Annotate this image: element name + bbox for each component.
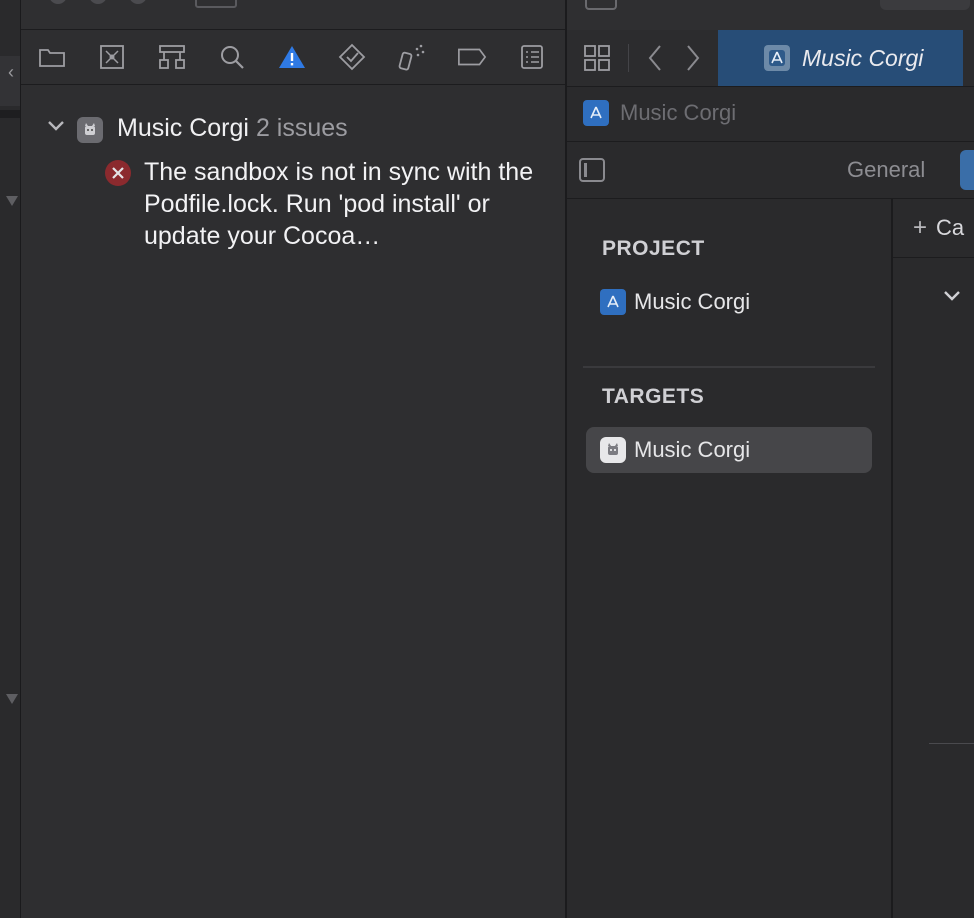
forward-arrow-icon[interactable] (685, 44, 701, 77)
tab-bar: Music Corgi (567, 30, 974, 87)
issue-navigator-panel: Music Corgi 2 issues The sandbox is not … (21, 0, 567, 918)
test-icon[interactable] (337, 42, 367, 72)
grid-icon[interactable] (583, 44, 611, 77)
section-divider (583, 366, 875, 368)
settings-tab-bar: General (567, 142, 974, 199)
debug-icon[interactable] (397, 42, 427, 72)
target-item-label: Music Corgi (634, 437, 751, 462)
sidebar-toggle-icon[interactable] (579, 158, 605, 182)
app-icon (77, 117, 103, 143)
navigator-selector-bar (21, 30, 565, 85)
tab-general[interactable]: General (847, 157, 925, 183)
previous-window-edge: ‹ (0, 0, 21, 918)
target-settings-content: + Ca (893, 199, 974, 918)
issue-count: 2 issues (255, 114, 348, 142)
warning-icon[interactable] (277, 42, 307, 72)
add-capability-button[interactable]: Ca (936, 215, 964, 241)
jump-bar-item[interactable]: Music Corgi (620, 100, 736, 126)
toolbar-control[interactable] (880, 0, 970, 10)
project-name: Music Corgi (117, 114, 249, 142)
breakpoint-icon[interactable] (457, 42, 487, 72)
back-arrow-icon[interactable] (647, 44, 663, 77)
targets-section-header: TARGETS (602, 385, 705, 408)
report-icon[interactable] (517, 42, 547, 72)
app-icon (600, 437, 626, 463)
previous-window-divider (0, 110, 20, 118)
hierarchy-icon[interactable] (157, 42, 187, 72)
sidebar-toggle-icon[interactable] (195, 0, 237, 8)
scheme-icon[interactable] (585, 0, 617, 10)
tab-label: Music Corgi (802, 44, 924, 71)
editor-titlebar (567, 0, 974, 30)
project-file-icon (583, 100, 609, 126)
target-item[interactable]: Music Corgi (586, 427, 872, 473)
project-file-icon (600, 289, 626, 315)
project-targets-sidebar: PROJECT Music Corgi TARGETS Music Corgi (567, 199, 893, 918)
tab-signing-capabilities[interactable] (960, 150, 974, 190)
jump-bar: Music Corgi (567, 87, 974, 142)
chevron-down-icon[interactable] (47, 119, 65, 137)
navigator-titlebar (21, 0, 565, 30)
issue-group-row[interactable]: Music Corgi 2 issues (117, 114, 348, 143)
project-file-icon (764, 45, 790, 71)
window-close-button[interactable] (49, 0, 67, 4)
search-icon[interactable] (217, 42, 247, 72)
disclosure-triangle-icon[interactable] (6, 694, 18, 704)
chevron-down-icon[interactable] (943, 289, 961, 307)
issue-message[interactable]: The sandbox is not in sync with the Podf… (144, 156, 544, 252)
folder-icon[interactable] (37, 42, 67, 72)
window-zoom-button[interactable] (129, 0, 147, 4)
section-divider (929, 743, 974, 744)
disclosure-triangle-icon[interactable] (6, 196, 18, 206)
tab-music-corgi[interactable]: Music Corgi (718, 30, 963, 86)
toolbar-separator (628, 44, 629, 72)
source-control-icon[interactable] (97, 42, 127, 72)
project-section-header: PROJECT (602, 237, 705, 260)
capability-toolbar: + Ca (893, 199, 974, 258)
plus-icon[interactable]: + (913, 214, 927, 242)
project-item[interactable]: Music Corgi (586, 279, 872, 325)
error-icon (105, 160, 131, 186)
window-minimize-button[interactable] (89, 0, 107, 4)
project-editor: Music Corgi Music Corgi General PROJECT … (567, 0, 974, 918)
project-item-label: Music Corgi (634, 289, 751, 314)
chevron-left-icon[interactable]: ‹ (8, 62, 14, 83)
